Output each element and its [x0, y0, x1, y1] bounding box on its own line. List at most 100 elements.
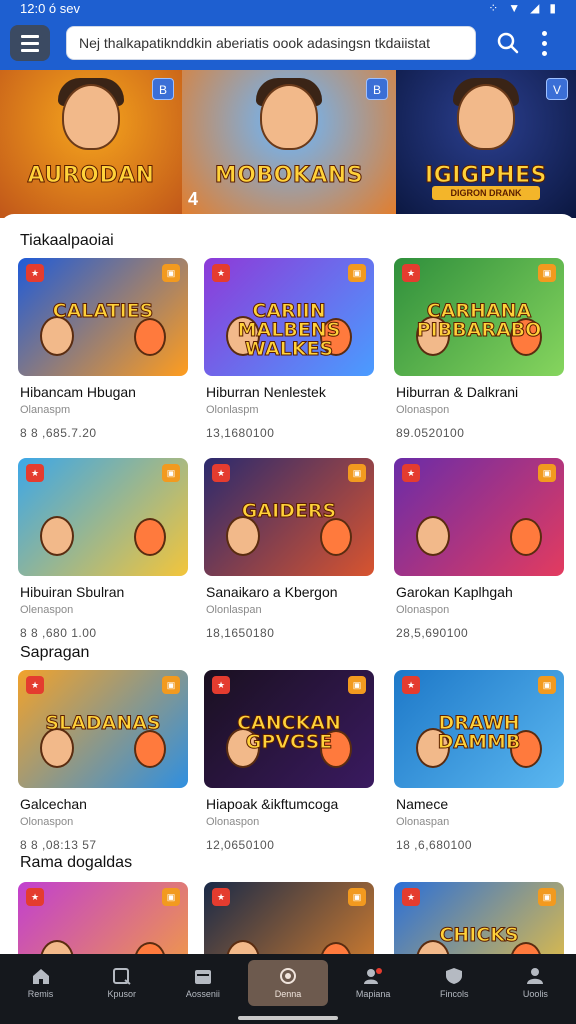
hero-badge: V [546, 78, 568, 100]
bookmark-badge-icon: ▣ [538, 264, 556, 282]
hero-card[interactable]: IGIGPHES DIGRON DRANK V [396, 70, 576, 218]
search-icon [497, 32, 519, 54]
game-art-title: CALATIES [52, 300, 154, 322]
bookmark-badge-icon: ▣ [538, 464, 556, 482]
hot-badge-icon: ★ [402, 264, 420, 282]
hot-badge-icon: ★ [26, 464, 44, 482]
top-app-bar: Nej thalkapatiknddkin aberiatis oook ada… [0, 16, 576, 70]
bookmark-badge-icon: ▣ [162, 464, 180, 482]
game-card[interactable]: CARIIN MALBENS WALKES ★ ▣ Hiburran Nenleste… [204, 258, 374, 440]
character-figure [40, 728, 74, 768]
game-card[interactable]: CHICKS ★ ▣ [394, 882, 564, 954]
game-thumbnail[interactable]: ★ ▣ [394, 458, 564, 576]
hero-card[interactable]: AURODAN B [0, 70, 182, 218]
hot-badge-icon: ★ [402, 676, 420, 694]
more-options-icon[interactable] [534, 25, 554, 61]
nav-item[interactable]: Kpusor [86, 960, 158, 1006]
hot-badge-icon: ★ [212, 264, 230, 282]
game-title: Hibuiran Sbulran [20, 584, 125, 600]
bottom-navigation: Remis Kpusor Aossenii Denna Mapiana Fincols Uo… [0, 954, 576, 1024]
game-category: Olonaspon [396, 604, 450, 616]
game-thumbnail[interactable]: ★ ▣ [204, 882, 374, 954]
game-thumbnail[interactable]: GAIDERS ★ ▣ [204, 458, 374, 576]
game-category: Olanaspm [20, 404, 71, 416]
game-stats: 8 8 ,685.7.20 [20, 426, 97, 440]
game-card[interactable]: DRAWH DAMMB ★ ▣ Namece Olonaspan 18 ,6,680100 [394, 670, 564, 852]
character-face [457, 84, 515, 150]
game-thumbnail[interactable]: CARHANA PIBBARABO ★ ▣ [394, 258, 564, 376]
hot-badge-icon: ★ [212, 464, 230, 482]
character-figure [320, 518, 352, 556]
game-title: Hibancam Hbugan [20, 384, 136, 400]
game-card[interactable]: CANCKAN GPVGSE ★ ▣ Hiapoak &ikftumcoga Olona… [204, 670, 374, 852]
game-art-title: CARIIN MALBENS WALKES [237, 300, 341, 360]
game-thumbnail[interactable]: CARIIN MALBENS WALKES ★ ▣ [204, 258, 374, 376]
game-card[interactable]: SLADANAS ★ ▣ Galcechan Olonaspon 8 8 ,08:13 5… [18, 670, 188, 852]
hero-title: AURODAN [27, 163, 155, 189]
hero-title: IGIGPHES [425, 163, 547, 189]
hot-badge-icon: ★ [212, 676, 230, 694]
search-button[interactable] [490, 25, 526, 61]
game-art-title: SLADANAS [45, 712, 161, 734]
nav-item[interactable]: Fincols [418, 960, 490, 1006]
character-figure [226, 516, 260, 556]
status-icons: ⁘ ▼ ◢ ▮ [488, 1, 556, 15]
record-icon [278, 967, 298, 985]
search-input[interactable]: Nej thalkapatiknddkin aberiatis oook ada… [66, 26, 476, 60]
game-card[interactable]: ★ ▣ [204, 882, 374, 954]
bookmark-badge-icon: ▣ [162, 888, 180, 906]
game-thumbnail[interactable]: DRAWH DAMMB ★ ▣ [394, 670, 564, 788]
nav-item[interactable]: Aossenii [167, 960, 239, 1006]
game-card[interactable]: ★ ▣ [18, 882, 188, 954]
battery-icon: ▮ [549, 1, 556, 15]
game-card[interactable]: CARHANA PIBBARABO ★ ▣ Hiburran & Dalkrani Ol… [394, 258, 564, 440]
game-card[interactable]: GAIDERS ★ ▣ Sanaikaro a Kbergon Olonlaspan 18… [204, 458, 374, 640]
bookmark-badge-icon: ▣ [348, 888, 366, 906]
game-thumbnail[interactable]: ★ ▣ [18, 458, 188, 576]
nav-item[interactable]: Mapiana [337, 960, 409, 1006]
game-category: Olonlaspan [206, 604, 262, 616]
game-stats: 28,5,690100 [396, 626, 469, 640]
game-stats: 8 8 ,680 1.00 [20, 626, 97, 640]
game-thumbnail[interactable]: ★ ▣ [18, 882, 188, 954]
nav-item[interactable]: Remis [5, 960, 77, 1006]
hero-badge: B [152, 78, 174, 100]
hero-card[interactable]: MOBOKANS B 4 [182, 70, 396, 218]
bookmark-badge-icon: ▣ [348, 264, 366, 282]
nav-label: Denna [274, 989, 302, 999]
game-thumbnail[interactable]: CALATIES ★ ▣ [18, 258, 188, 376]
section-title: Rama dogaldas [20, 854, 133, 871]
home-indicator[interactable] [238, 1016, 338, 1020]
game-card[interactable]: CALATIES ★ ▣ Hibancam Hbugan Olanaspm 8 8 ,68… [18, 258, 188, 440]
game-category: Olenaspon [20, 604, 74, 616]
calendar-icon [193, 967, 213, 985]
game-thumbnail[interactable]: CANCKAN GPVGSE ★ ▣ [204, 670, 374, 788]
nav-item[interactable]: Denna [247, 960, 328, 1006]
game-thumbnail[interactable]: CHICKS ★ ▣ [394, 882, 564, 954]
character-figure [134, 318, 166, 356]
game-category: Olonaspan [396, 816, 450, 828]
game-thumbnail[interactable]: SLADANAS ★ ▣ [18, 670, 188, 788]
game-card[interactable]: ★ ▣ Hibuiran Sbulran Olenaspon 8 8 ,680 1.00 [18, 458, 188, 640]
home-icon [31, 967, 51, 985]
game-category: Olonaspon [396, 404, 450, 416]
bookmark-badge-icon: ▣ [538, 888, 556, 906]
bookmark-badge-icon: ▣ [348, 464, 366, 482]
menu-button[interactable] [10, 25, 50, 61]
bookmark-badge-icon: ▣ [538, 676, 556, 694]
nav-item[interactable]: Uoolis [499, 960, 571, 1006]
game-stats: 89.0520100 [396, 426, 465, 440]
character-figure [510, 518, 542, 556]
character-figure [134, 730, 166, 768]
people-icon [363, 967, 383, 985]
game-title: Hiburran Nenlestek [206, 384, 326, 400]
character-figure [416, 516, 450, 556]
game-category: Olonlaspm [206, 404, 259, 416]
cellular-icon: ◢ [530, 1, 540, 15]
hero-carousel[interactable]: AURODAN B MOBOKANS B 4 IGIGPHES DIGRON DRANK V [0, 70, 576, 218]
game-card[interactable]: ★ ▣ Garokan Kaplhgah Olonaspon 28,5,690100 [394, 458, 564, 640]
game-category: Olonaspon [206, 816, 260, 828]
nav-label: Remis [27, 989, 54, 999]
wifi-icon: ▼ [508, 1, 521, 15]
character-figure [40, 316, 74, 356]
